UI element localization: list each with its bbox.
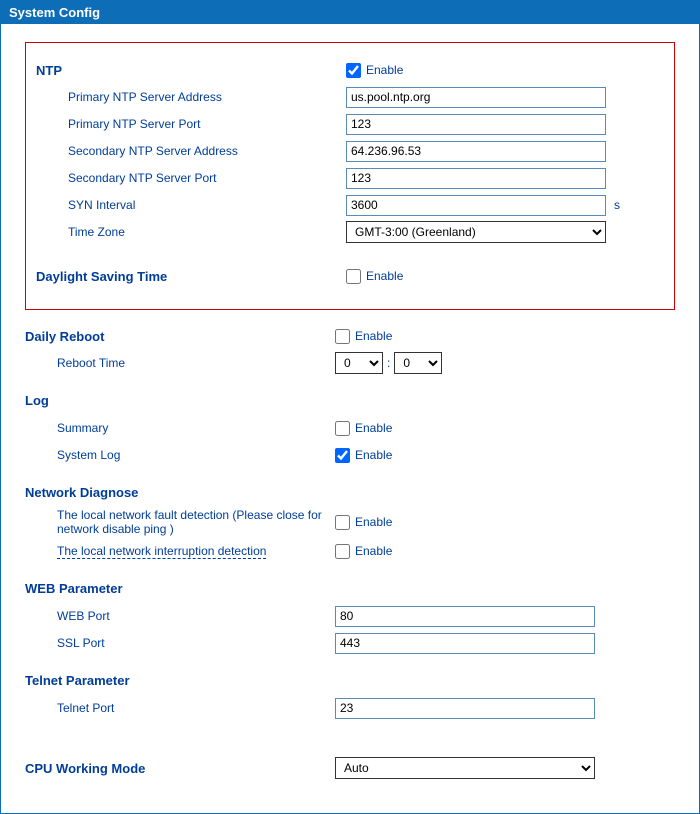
ntp-enable-control[interactable]: Enable [346, 63, 403, 78]
reboot-enable-label: Enable [355, 329, 392, 343]
ssl-port-input[interactable] [335, 633, 595, 654]
ntp-syn-suffix: s [614, 198, 620, 212]
reboot-hour-select[interactable]: 0 [335, 352, 383, 374]
log-system-checkbox[interactable] [335, 448, 350, 463]
ntp-timezone-label: Time Zone [68, 225, 125, 239]
log-system-control[interactable]: Enable [335, 448, 392, 463]
ntp-secondary-port-label: Secondary NTP Server Port [68, 171, 217, 185]
dst-enable-label: Enable [366, 269, 403, 283]
diag-interrupt-label[interactable]: The local network interruption detection [57, 544, 266, 559]
ntp-heading-row: NTP Enable [36, 58, 664, 82]
ntp-dst-highlight-box: NTP Enable Primary NTP Server Address Pr… [25, 42, 675, 310]
web-port-label: WEB Port [57, 609, 110, 623]
reboot-enable-checkbox[interactable] [335, 329, 350, 344]
dst-heading-row: Daylight Saving Time Enable [36, 264, 664, 288]
reboot-enable-control[interactable]: Enable [335, 329, 392, 344]
ntp-secondary-port-input[interactable] [346, 168, 606, 189]
telnet-parameter-heading: Telnet Parameter [25, 673, 675, 688]
window-title: System Config [9, 5, 100, 20]
ntp-enable-label: Enable [366, 63, 403, 77]
reboot-minute-select[interactable]: 0 [394, 352, 442, 374]
ntp-syn-interval-label: SYN Interval [68, 198, 135, 212]
log-summary-label: Summary [57, 421, 108, 435]
ntp-timezone-select[interactable]: GMT-3:00 (Greenland) [346, 221, 606, 243]
dst-heading: Daylight Saving Time [36, 269, 167, 284]
web-port-input[interactable] [335, 606, 595, 627]
diag-interrupt-control[interactable]: Enable [335, 544, 392, 559]
ntp-heading: NTP [36, 63, 62, 78]
ntp-enable-checkbox[interactable] [346, 63, 361, 78]
diag-interrupt-checkbox[interactable] [335, 544, 350, 559]
web-parameter-heading: WEB Parameter [25, 581, 675, 596]
ntp-primary-port-input[interactable] [346, 114, 606, 135]
log-heading: Log [25, 393, 675, 408]
telnet-port-label: Telnet Port [57, 701, 114, 715]
diag-fault-control[interactable]: Enable [335, 515, 392, 530]
log-system-enable-label: Enable [355, 448, 392, 462]
ntp-primary-addr-label: Primary NTP Server Address [68, 90, 222, 104]
log-system-label: System Log [57, 448, 120, 462]
ntp-primary-addr-input[interactable] [346, 87, 606, 108]
diag-fault-label: The local network fault detection (Pleas… [57, 508, 322, 536]
window-content: NTP Enable Primary NTP Server Address Pr… [1, 24, 699, 813]
cpu-working-mode-select[interactable]: Auto [335, 757, 595, 779]
diag-fault-checkbox[interactable] [335, 515, 350, 530]
ntp-secondary-addr-input[interactable] [346, 141, 606, 162]
reboot-time-label: Reboot Time [57, 356, 125, 370]
cpu-mode-row: CPU Working Mode Auto [25, 756, 675, 780]
reboot-heading-row: Daily Reboot Enable [25, 324, 675, 348]
telnet-port-input[interactable] [335, 698, 595, 719]
system-config-window: System Config NTP Enable Primary NTP Ser… [0, 0, 700, 814]
reboot-colon: : [387, 356, 390, 370]
log-summary-enable-label: Enable [355, 421, 392, 435]
dst-enable-control[interactable]: Enable [346, 269, 403, 284]
ntp-secondary-addr-label: Secondary NTP Server Address [68, 144, 238, 158]
log-summary-checkbox[interactable] [335, 421, 350, 436]
cpu-working-mode-heading: CPU Working Mode [25, 761, 145, 776]
diag-fault-enable-label: Enable [355, 515, 392, 529]
ssl-port-label: SSL Port [57, 636, 105, 650]
ntp-primary-port-label: Primary NTP Server Port [68, 117, 200, 131]
daily-reboot-heading: Daily Reboot [25, 329, 104, 344]
log-summary-control[interactable]: Enable [335, 421, 392, 436]
ntp-syn-interval-input[interactable] [346, 195, 606, 216]
network-diagnose-heading: Network Diagnose [25, 485, 675, 500]
window-titlebar: System Config [1, 1, 699, 24]
diag-interrupt-enable-label: Enable [355, 544, 392, 558]
dst-enable-checkbox[interactable] [346, 269, 361, 284]
